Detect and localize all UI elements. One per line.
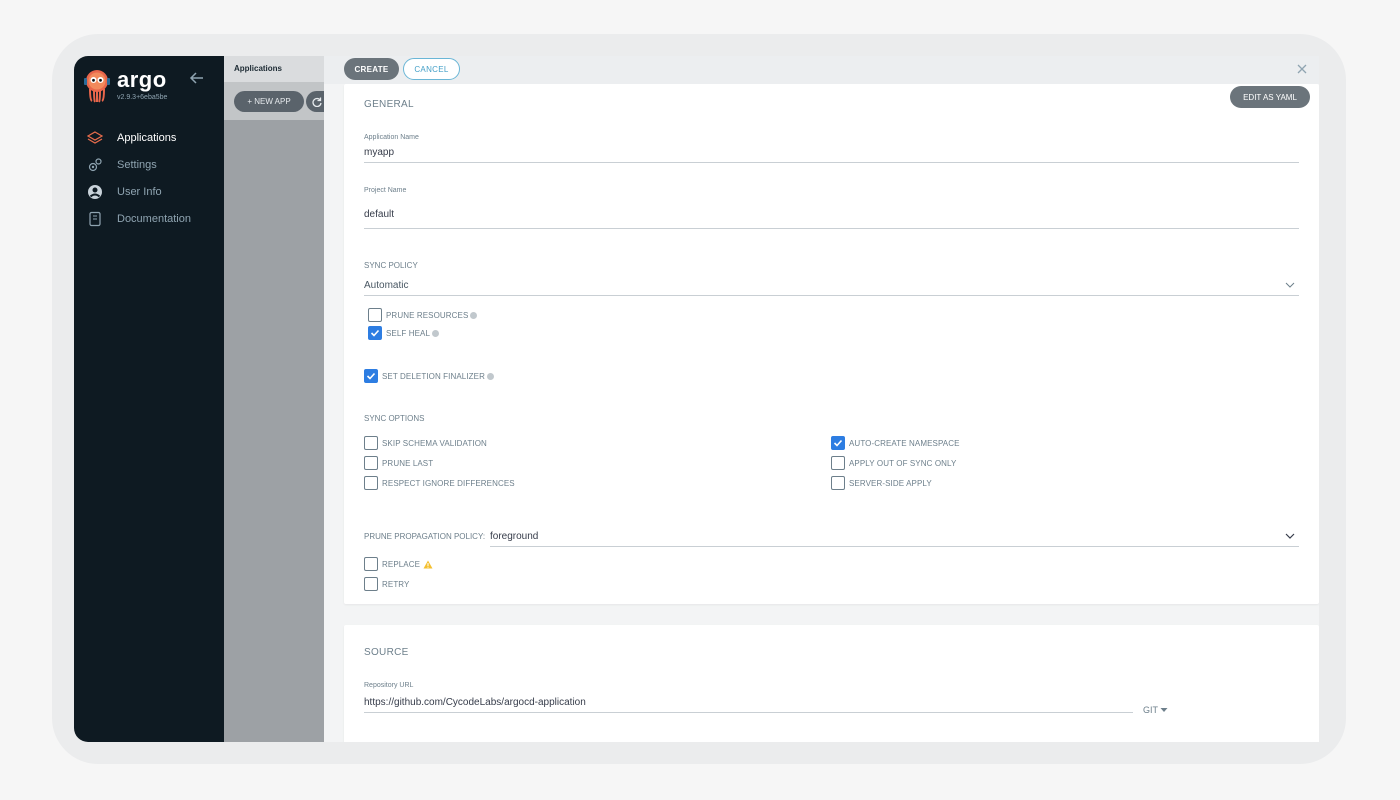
arrow-left-icon[interactable] [189, 70, 205, 86]
sync-options-title: SYNC OPTIONS [364, 414, 425, 423]
refresh-icon [312, 97, 322, 107]
checkbox-label: PRUNE LAST [382, 458, 434, 468]
repo-type-value: GIT [1143, 705, 1158, 715]
sidebar-item-applications[interactable]: Applications [74, 124, 224, 151]
app-name-label: Application Name [364, 134, 419, 141]
sidebar-item-label: Settings [117, 158, 157, 171]
repo-url-label: Repository URL [364, 682, 414, 689]
checkbox-label: AUTO-CREATE NAMESPACE [849, 438, 960, 448]
gears-icon [87, 157, 103, 173]
server-side-apply-checkbox[interactable]: SERVER-SIDE APPLY [831, 476, 932, 490]
page-title: Applications [224, 56, 324, 82]
prune-propagation-value: foreground [490, 531, 539, 542]
checkbox-label: SKIP SCHEMA VALIDATION [382, 438, 487, 448]
brand-name: argo [117, 67, 167, 92]
argocd-app: argo v2.9.3+6eba5be Applications Setting… [74, 56, 1319, 742]
sidebar-nav: Applications Settings User Info Document… [74, 124, 224, 232]
help-icon[interactable] [432, 329, 440, 337]
checkbox-label: APPLY OUT OF SYNC ONLY [849, 458, 957, 468]
applications-column: Applications + NEW APP [224, 56, 336, 742]
warning-icon [423, 560, 433, 568]
sidebar: argo v2.9.3+6eba5be Applications Setting… [74, 56, 224, 742]
general-section: EDIT AS YAML GENERAL Application Name Pr… [344, 84, 1319, 604]
panel-toolbar: CREATE CANCEL [324, 56, 1319, 84]
sync-policy-value: Automatic [364, 280, 409, 291]
help-icon[interactable] [486, 372, 494, 380]
user-circle-icon [87, 184, 103, 200]
repo-url-input[interactable] [364, 693, 1133, 713]
apply-out-of-sync-checkbox[interactable]: APPLY OUT OF SYNC ONLY [831, 456, 956, 470]
sidebar-item-label: User Info [117, 185, 162, 198]
sidebar-item-documentation[interactable]: Documentation [74, 205, 224, 232]
checkbox-label: SERVER-SIDE APPLY [849, 478, 932, 488]
toolbar: + NEW APP [224, 82, 336, 120]
create-app-panel: CREATE CANCEL EDIT AS YAML GENERAL Appli… [324, 56, 1319, 742]
section-title-source: SOURCE [364, 647, 409, 658]
source-section: SOURCE Repository URL GIT [344, 625, 1319, 742]
section-title-general: GENERAL [364, 99, 414, 110]
checkbox-label: SELF HEAL [386, 328, 431, 338]
project-name-input[interactable] [364, 201, 1299, 229]
create-button[interactable]: CREATE [344, 58, 399, 80]
caret-down-icon [1160, 708, 1168, 712]
check-icon [833, 439, 843, 447]
prune-propagation-select[interactable]: foreground [490, 527, 1299, 547]
sync-policy-title: SYNC POLICY [364, 261, 418, 270]
app-name-input[interactable] [364, 143, 1299, 163]
close-icon[interactable] [1295, 62, 1309, 76]
checkbox-box [364, 577, 378, 591]
respect-ignore-checkbox[interactable]: RESPECT IGNORE DIFFERENCES [364, 476, 515, 490]
new-app-button[interactable]: + NEW APP [234, 91, 304, 112]
book-icon [87, 211, 103, 227]
chevron-down-icon [1285, 533, 1295, 539]
repo-type-select[interactable]: GIT [1143, 705, 1168, 715]
checkbox-box [368, 308, 382, 322]
checkbox-box [364, 369, 378, 383]
cancel-button[interactable]: CANCEL [403, 58, 460, 80]
prune-propagation-label: PRUNE PROPAGATION POLICY: [364, 532, 486, 541]
sidebar-item-label: Applications [117, 131, 177, 144]
checkbox-box [831, 456, 845, 470]
checkbox-box [364, 476, 378, 490]
checkbox-box [364, 557, 378, 571]
retry-checkbox[interactable]: RETRY [364, 577, 409, 591]
self-heal-checkbox[interactable]: SELF HEAL [368, 326, 440, 340]
project-name-label: Project Name [364, 187, 407, 194]
checkbox-label: RESPECT IGNORE DIFFERENCES [382, 478, 515, 488]
auto-create-namespace-checkbox[interactable]: AUTO-CREATE NAMESPACE [831, 436, 960, 450]
sidebar-item-label: Documentation [117, 212, 191, 225]
checkbox-box [368, 326, 382, 340]
checkbox-label: RETRY [382, 579, 410, 589]
checkbox-box [831, 436, 845, 450]
version-label: v2.9.3+6eba5be [117, 94, 168, 101]
checkbox-label: REPLACE [382, 559, 421, 569]
checkbox-label: PRUNE RESOURCES [386, 310, 469, 320]
check-icon [366, 372, 376, 380]
sidebar-item-settings[interactable]: Settings [74, 151, 224, 178]
sync-policy-select[interactable]: Automatic [364, 276, 1299, 296]
argo-octopus-logo [84, 70, 110, 103]
edit-as-yaml-button[interactable]: EDIT AS YAML [1230, 86, 1310, 108]
checkbox-box [364, 456, 378, 470]
skip-schema-checkbox[interactable]: SKIP SCHEMA VALIDATION [364, 436, 487, 450]
sidebar-item-user-info[interactable]: User Info [74, 178, 224, 205]
prune-last-checkbox[interactable]: PRUNE LAST [364, 456, 433, 470]
replace-checkbox[interactable]: REPLACE [364, 557, 433, 571]
checkbox-label: SET DELETION FINALIZER [382, 371, 485, 381]
chevron-down-icon [1285, 282, 1295, 288]
layers-icon [87, 130, 103, 146]
help-icon[interactable] [470, 311, 478, 319]
checkbox-box [364, 436, 378, 450]
prune-resources-checkbox[interactable]: PRUNE RESOURCES [368, 308, 478, 322]
check-icon [370, 329, 380, 337]
checkbox-box [831, 476, 845, 490]
deletion-finalizer-checkbox[interactable]: SET DELETION FINALIZER [364, 369, 494, 383]
